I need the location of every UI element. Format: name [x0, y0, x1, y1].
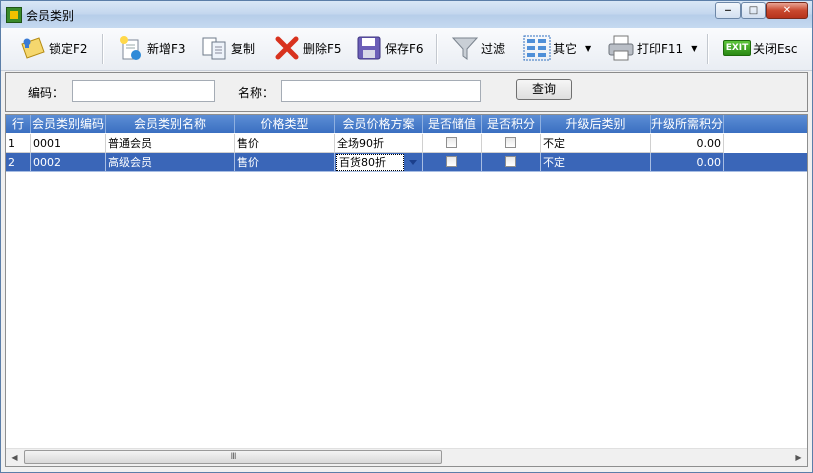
- scrollbar-thumb[interactable]: III: [24, 450, 442, 464]
- col-header-upgrade-points[interactable]: 升级所需积分: [651, 115, 724, 133]
- col-header-code[interactable]: 会员类别编码: [31, 115, 106, 133]
- save-disk-icon: [355, 34, 383, 62]
- horizontal-scrollbar[interactable]: ◀ III ▶: [6, 448, 807, 466]
- col-header-points[interactable]: 是否积分: [482, 115, 541, 133]
- toolbar-separator: [102, 34, 104, 64]
- col-header-price-type[interactable]: 价格类型: [235, 115, 335, 133]
- code-input[interactable]: [72, 80, 215, 102]
- col-header-name[interactable]: 会员类别名称: [106, 115, 235, 133]
- minimize-button[interactable]: ‒: [715, 2, 741, 19]
- delete-x-icon: [273, 34, 301, 62]
- search-bar: 编码： 名称： 查询: [5, 72, 808, 112]
- printer-icon: [607, 34, 635, 62]
- member-category-table: 行 会员类别编码 会员类别名称 价格类型 会员价格方案 是否储值 是否积分 升级…: [5, 114, 808, 467]
- table-row[interactable]: 1 0001 普通会员 售价 全场90折 不定 0.00: [6, 134, 807, 153]
- toolbar: 锁定F2 新增F3 复制 删除F5 保存F6 过滤 其它 ▼ 打印F11 ▼ E…: [1, 28, 812, 71]
- print-dropdown-button[interactable]: 打印F11 ▼: [607, 31, 697, 65]
- scroll-right-icon[interactable]: ▶: [790, 449, 807, 466]
- close-button[interactable]: EXIT 关闭Esc: [723, 31, 797, 65]
- name-input[interactable]: [281, 80, 481, 102]
- lock-icon: [19, 34, 47, 62]
- new-button[interactable]: 新增F3: [117, 31, 186, 65]
- title-bar[interactable]: 会员类别 ‒ □ ✕: [1, 1, 812, 28]
- lock-button[interactable]: 锁定F2: [19, 31, 88, 65]
- col-header-upgrade-category[interactable]: 升级后类别: [541, 115, 651, 133]
- points-checkbox[interactable]: [505, 137, 516, 148]
- stored-value-checkbox[interactable]: [446, 137, 457, 148]
- code-label: 编码：: [28, 86, 65, 100]
- query-button[interactable]: 查询: [516, 79, 572, 100]
- chevron-down-icon: ▼: [691, 43, 698, 53]
- exit-icon: EXIT: [723, 34, 751, 62]
- other-grid-icon: [523, 34, 551, 62]
- filter-funnel-icon: [451, 34, 479, 62]
- member-category-window: 会员类别 ‒ □ ✕ 锁定F2 新增F3 复制 删除F5 保存F6 过滤 其它 …: [0, 0, 813, 473]
- filter-button[interactable]: 过滤: [451, 31, 505, 65]
- close-window-button[interactable]: ✕: [766, 2, 808, 19]
- dropdown-arrow-icon[interactable]: [409, 160, 417, 165]
- name-label: 名称：: [238, 86, 275, 100]
- new-document-icon: [117, 34, 145, 62]
- stored-value-checkbox[interactable]: [446, 156, 457, 167]
- price-plan-dropdown-cell[interactable]: 百货80折: [335, 153, 423, 172]
- window-title: 会员类别: [26, 9, 75, 23]
- copy-icon: [201, 34, 229, 62]
- chevron-down-icon: ▼: [585, 43, 592, 53]
- scroll-left-icon[interactable]: ◀: [6, 449, 23, 466]
- points-checkbox[interactable]: [505, 156, 516, 167]
- col-header-stored-value[interactable]: 是否储值: [423, 115, 482, 133]
- other-dropdown-button[interactable]: 其它 ▼: [523, 31, 591, 65]
- col-header-price-plan[interactable]: 会员价格方案: [335, 115, 423, 133]
- toolbar-separator: [436, 34, 438, 64]
- price-plan-dropdown[interactable]: 百货80折: [336, 154, 404, 171]
- col-header-row[interactable]: 行: [6, 115, 31, 133]
- app-icon: [6, 7, 22, 23]
- copy-button[interactable]: 复制: [201, 31, 255, 65]
- save-button[interactable]: 保存F6: [355, 31, 424, 65]
- maximize-button[interactable]: □: [741, 2, 766, 19]
- table-header: 行 会员类别编码 会员类别名称 价格类型 会员价格方案 是否储值 是否积分 升级…: [6, 115, 807, 133]
- table-row-selected[interactable]: 2 0002 高级会员 售价 百货80折 不定 0.00: [6, 153, 807, 172]
- delete-button[interactable]: 删除F5: [273, 31, 342, 65]
- toolbar-separator: [707, 34, 709, 64]
